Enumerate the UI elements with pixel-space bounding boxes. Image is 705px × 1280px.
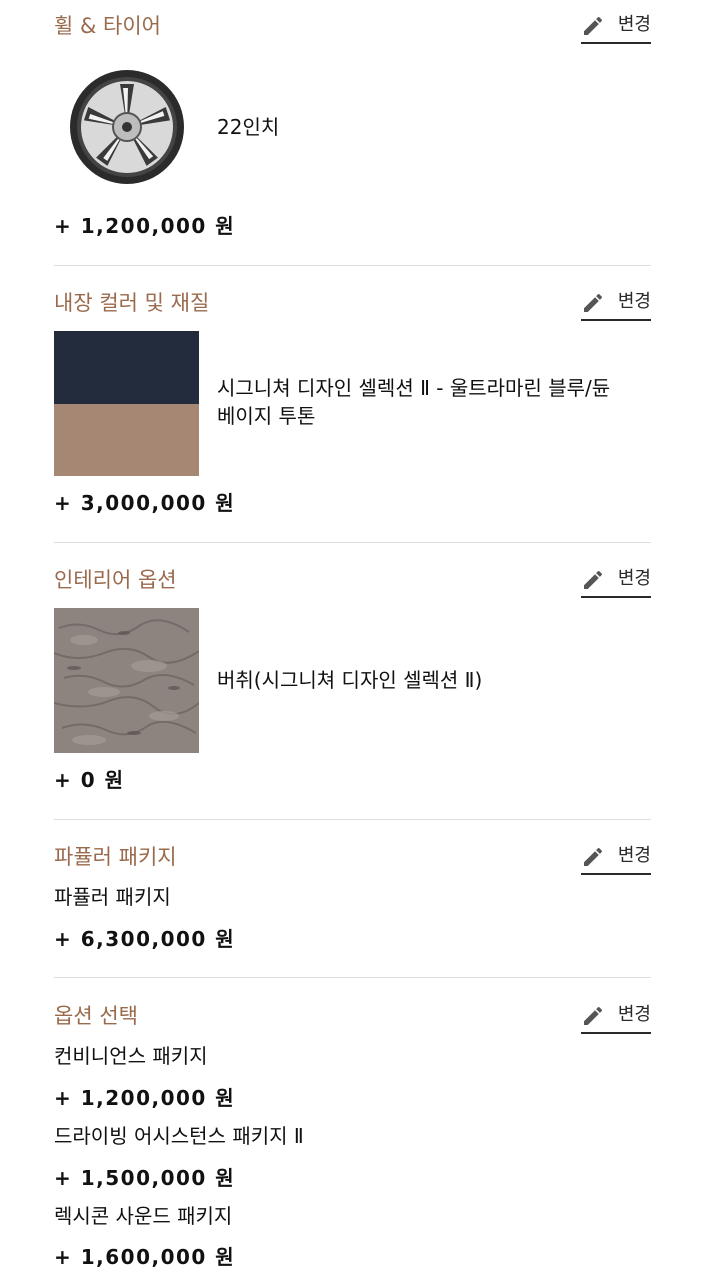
pencil-icon [581, 568, 605, 592]
interior-color-option-line1: 시그니쳐 디자인 셀렉션 Ⅱ - 울트라마린 블루/듄 [217, 376, 611, 400]
pencil-icon [581, 1004, 605, 1028]
package-edit-button[interactable]: 변경 [581, 843, 651, 875]
wheels-section: 휠 & 타이어 변경 22인치 + 1,200,000 원 [54, 12, 651, 244]
package-item: 파퓰러 패키지 [54, 885, 171, 909]
interior-color-title: 내장 컬러 및 재질 [54, 291, 210, 315]
options-edit-button[interactable]: 변경 [581, 1002, 651, 1034]
edit-label: 변경 [617, 14, 651, 35]
option-item-name: 렉시콘 사운드 패키지 [54, 1204, 233, 1228]
divider [54, 542, 651, 543]
interior-option-section: 인테리어 옵션 변경 버취(시그니쳐 디자인 셀렉션 Ⅱ) + 0 원 [54, 566, 651, 798]
interior-color-price: + 3,000,000 원 [54, 491, 236, 515]
pencil-icon [581, 845, 605, 869]
two-tone-swatch [54, 331, 199, 476]
edit-label: 변경 [617, 1004, 651, 1025]
wheels-price: + 1,200,000 원 [54, 214, 236, 238]
interior-color-section: 내장 컬러 및 재질 변경 시그니쳐 디자인 셀렉션 Ⅱ - 울트라마린 블루/… [54, 289, 651, 521]
package-price: + 6,300,000 원 [54, 927, 236, 951]
divider [54, 265, 651, 266]
wheels-edit-button[interactable]: 변경 [581, 12, 651, 44]
option-item-price: + 1,500,000 원 [54, 1166, 236, 1190]
wheel-image [70, 70, 184, 184]
interior-option-title: 인테리어 옵션 [54, 568, 177, 592]
option-item-price: + 1,200,000 원 [54, 1086, 236, 1110]
wheels-option: 22인치 [217, 115, 280, 139]
interior-option-option: 버취(시그니쳐 디자인 셀렉션 Ⅱ) [217, 668, 483, 692]
interior-option-price: + 0 원 [54, 768, 125, 792]
package-title: 파퓰러 패키지 [54, 845, 177, 869]
interior-color-option: 시그니쳐 디자인 셀렉션 Ⅱ - 울트라마린 블루/듄 베이지 투톤 [217, 374, 657, 430]
interior-color-edit-button[interactable]: 변경 [581, 289, 651, 321]
option-item-name: 드라이빙 어시스턴스 패키지 Ⅱ [54, 1124, 304, 1148]
option-item-price: + 1,600,000 원 [54, 1245, 236, 1269]
edit-label: 변경 [617, 291, 651, 312]
wheels-title: 휠 & 타이어 [54, 14, 162, 38]
edit-label: 변경 [617, 845, 651, 866]
birch-texture-swatch [54, 608, 199, 753]
pencil-icon [581, 291, 605, 315]
divider [54, 819, 651, 820]
interior-color-option-line2: 베이지 투톤 [217, 404, 316, 428]
options-title: 옵션 선택 [54, 1004, 138, 1028]
divider [54, 977, 651, 978]
options-section: 옵션 선택 변경 컨비니언스 패키지 + 1,200,000 원 드라이빙 어시… [54, 1002, 651, 1277]
interior-option-edit-button[interactable]: 변경 [581, 566, 651, 598]
option-item-name: 컨비니언스 패키지 [54, 1044, 208, 1068]
swatch-navy [54, 331, 199, 404]
edit-label: 변경 [617, 568, 651, 589]
swatch-beige [54, 404, 199, 476]
pencil-icon [581, 14, 605, 38]
popular-package-section: 파퓰러 패키지 변경 파퓰러 패키지 + 6,300,000 원 [54, 843, 651, 958]
